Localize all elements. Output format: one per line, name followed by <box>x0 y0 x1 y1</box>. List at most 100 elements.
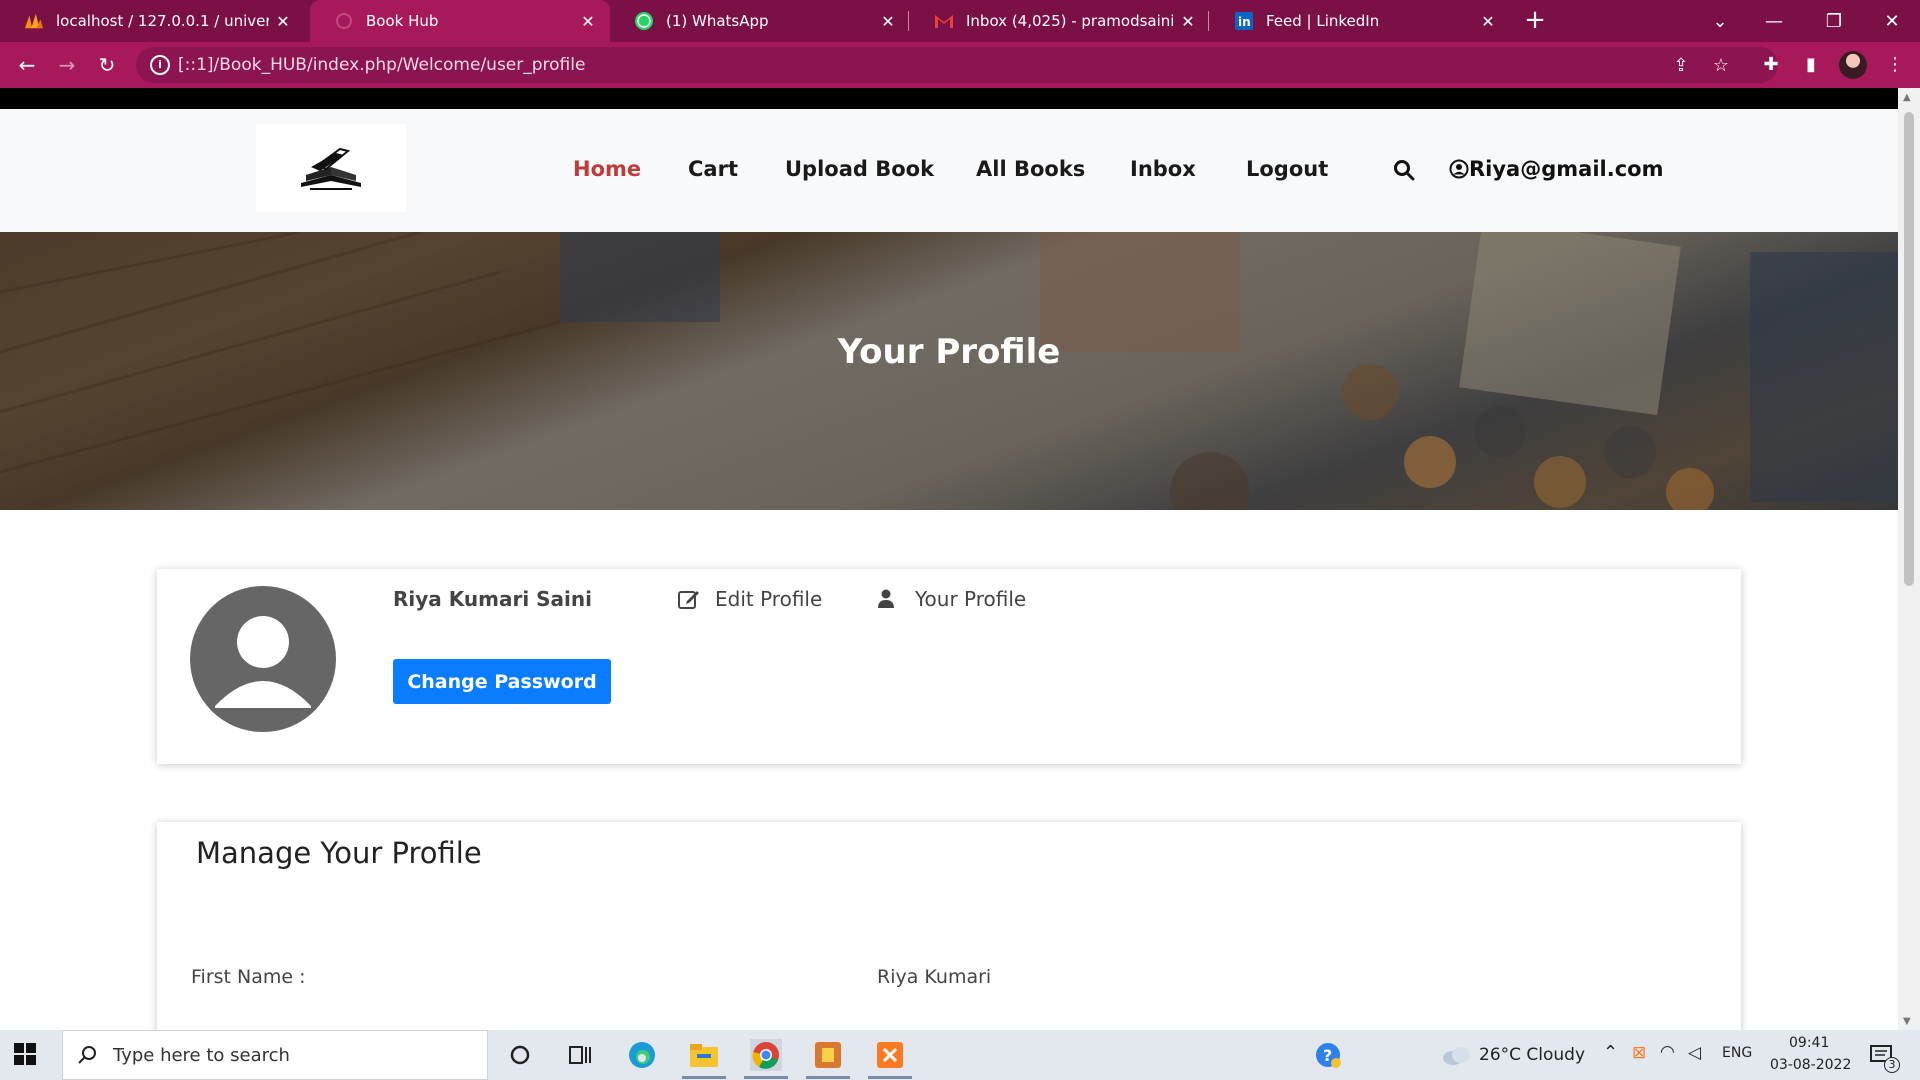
clock-time[interactable]: 09:41 <box>1789 1035 1829 1051</box>
user-account-link[interactable]: Riya@gmail.com <box>1449 157 1663 181</box>
edge-browser-icon[interactable] <box>626 1039 658 1071</box>
nav-logout[interactable]: Logout <box>1246 157 1328 181</box>
clock-date[interactable]: 03-08-2022 <box>1770 1057 1851 1073</box>
first-name-label: First Name : <box>191 966 306 988</box>
xampp-tray-icon[interactable]: ⊠ <box>1632 1043 1646 1063</box>
browser-profile-avatar[interactable] <box>1839 51 1867 79</box>
tab-gmail[interactable]: Inbox (4,025) - pramodsaini2506 ✕ <box>910 0 1210 42</box>
change-password-button[interactable]: Change Password <box>393 659 611 704</box>
open-book-logo-icon <box>301 147 361 190</box>
tab-search-chevron-icon[interactable]: ⌄ <box>1692 0 1748 42</box>
user-circle-icon <box>1449 159 1469 179</box>
edit-pencil-icon <box>678 591 699 609</box>
running-indicator <box>744 1076 788 1079</box>
scroll-down-arrow-icon[interactable]: ▼ <box>1903 1016 1911 1027</box>
sublime-text-icon[interactable] <box>812 1039 844 1071</box>
edit-profile-label: Edit Profile <box>715 587 823 611</box>
manage-profile-card: Manage Your Profile First Name : Riya Ku… <box>157 822 1741 1030</box>
your-profile-label: Your Profile <box>915 587 1027 611</box>
phpmyadmin-icon <box>24 11 44 31</box>
notification-count-badge: 3 <box>1884 1057 1900 1073</box>
close-tab-icon[interactable]: ✕ <box>874 12 902 31</box>
language-indicator[interactable]: ENG <box>1722 1045 1752 1061</box>
tab-title: Inbox (4,025) - pramodsaini2506 <box>966 12 1174 30</box>
nav-cart[interactable]: Cart <box>688 157 738 181</box>
tab-bookhub[interactable]: Book Hub ✕ <box>310 0 610 42</box>
back-arrow-icon[interactable]: ← <box>12 50 42 80</box>
browser-toolbar: ← → ↻ i [::1]/Book_HUB/index.php/Welcome… <box>0 42 1920 88</box>
windows-start-icon[interactable] <box>14 1043 36 1065</box>
nav-all-books[interactable]: All Books <box>976 157 1085 181</box>
manage-profile-heading: Manage Your Profile <box>196 836 482 870</box>
chevron-up-icon[interactable]: ⌃ <box>1603 1042 1618 1063</box>
restore-icon[interactable]: ❐ <box>1806 0 1862 42</box>
scrollbar-thumb[interactable] <box>1904 112 1914 586</box>
tab-linkedin[interactable]: in Feed | LinkedIn ✕ <box>1210 0 1510 42</box>
your-profile-link[interactable]: Your Profile <box>877 587 1026 611</box>
site-header: Home Cart Upload Book All Books Inbox Lo… <box>0 109 1898 232</box>
hero-banner: Your Profile <box>0 232 1898 510</box>
tab-divider <box>908 11 909 31</box>
svg-text:?: ? <box>1323 1046 1332 1065</box>
nav-upload-book[interactable]: Upload Book <box>785 157 934 181</box>
running-indicator <box>806 1076 850 1079</box>
page-scrollbar[interactable]: ▲ ▼ <box>1898 88 1920 1030</box>
volume-icon[interactable]: ◁ <box>1688 1043 1701 1063</box>
search-icon[interactable] <box>1393 159 1415 181</box>
new-tab-button[interactable]: + <box>1520 6 1550 36</box>
scroll-up-arrow-icon[interactable]: ▲ <box>1903 92 1911 103</box>
running-indicator <box>868 1076 912 1079</box>
close-tab-icon[interactable]: ✕ <box>574 12 602 31</box>
browser-menu-icon[interactable]: ⋮ <box>1880 50 1910 80</box>
close-tab-icon[interactable]: ✕ <box>269 12 297 31</box>
site-info-icon[interactable]: i <box>150 55 170 75</box>
taskbar-search-box[interactable]: Type here to search <box>62 1030 488 1080</box>
tab-phpmyadmin[interactable]: localhost / 127.0.0.1 / university / ✕ <box>0 0 305 42</box>
avatar <box>190 586 336 732</box>
edit-profile-link[interactable]: Edit Profile <box>677 587 822 611</box>
close-tab-icon[interactable]: ✕ <box>1474 12 1502 31</box>
page-viewport: Home Cart Upload Book All Books Inbox Lo… <box>0 88 1898 1030</box>
share-icon[interactable]: ⇪ <box>1668 53 1694 79</box>
linkedin-icon: in <box>1234 11 1254 31</box>
user-email-text: Riya@gmail.com <box>1469 157 1664 181</box>
url-text[interactable]: [::1]/Book_HUB/index.php/Welcome/user_pr… <box>178 55 585 75</box>
tab-title: (1) WhatsApp <box>666 12 769 30</box>
top-strip <box>0 88 1898 109</box>
cortana-icon[interactable] <box>504 1039 536 1071</box>
tab-title: localhost / 127.0.0.1 / university / <box>56 12 269 30</box>
gmail-icon <box>934 11 954 31</box>
wifi-icon[interactable]: ◠ <box>1660 1042 1675 1062</box>
help-icon[interactable]: ? <box>1312 1039 1344 1071</box>
svg-text:in: in <box>1238 15 1251 29</box>
extensions-puzzle-icon[interactable]: ✚ <box>1756 50 1786 80</box>
minimize-icon[interactable]: — <box>1746 0 1802 42</box>
tab-divider <box>1208 11 1209 31</box>
tab-whatsapp[interactable]: (1) WhatsApp ✕ <box>610 0 910 42</box>
xampp-icon[interactable] <box>874 1039 906 1071</box>
file-explorer-icon[interactable] <box>688 1039 720 1071</box>
taskbar-search-placeholder: Type here to search <box>113 1044 290 1066</box>
reload-icon[interactable]: ↻ <box>92 50 122 80</box>
cloudy-weather-icon[interactable] <box>1440 1039 1472 1071</box>
whatsapp-icon <box>634 11 654 31</box>
profile-full-name: Riya Kumari Saini <box>393 587 593 611</box>
profile-summary-card: Riya Kumari Saini Edit Profile Your Prof… <box>157 569 1741 764</box>
bookhub-icon <box>334 11 354 31</box>
forward-arrow-icon[interactable]: → <box>52 50 82 80</box>
page-title: Your Profile <box>837 332 1061 372</box>
task-view-icon[interactable] <box>564 1039 596 1071</box>
address-bar[interactable]: i [::1]/Book_HUB/index.php/Welcome/user_… <box>136 47 1778 83</box>
nav-inbox[interactable]: Inbox <box>1130 157 1196 181</box>
nav-home[interactable]: Home <box>573 157 641 181</box>
close-window-icon[interactable]: ✕ <box>1864 0 1920 42</box>
bookmark-star-icon[interactable]: ☆ <box>1708 53 1734 79</box>
close-tab-icon[interactable]: ✕ <box>1174 12 1202 31</box>
browser-tab-strip: localhost / 127.0.0.1 / university / ✕ B… <box>0 0 1920 42</box>
weather-text[interactable]: 26°C Cloudy <box>1479 1045 1585 1065</box>
tab-title: Feed | LinkedIn <box>1266 12 1380 30</box>
bookhub-logo[interactable] <box>256 124 406 212</box>
windows-taskbar: Type here to search ? 26°C Cloudy ⌃ ⊠ ◠ … <box>0 1030 1920 1080</box>
chrome-icon[interactable] <box>750 1039 782 1071</box>
side-panel-icon[interactable]: ▮ <box>1796 50 1826 80</box>
